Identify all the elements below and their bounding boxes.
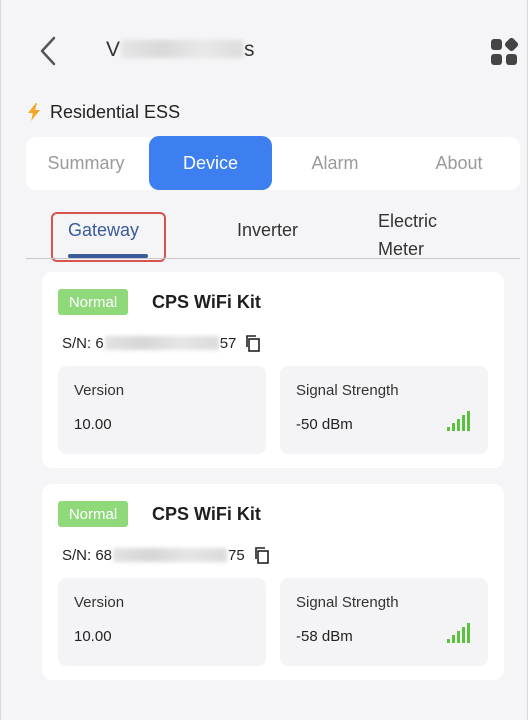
main-tab-bar: Summary Device Alarm About bbox=[26, 136, 520, 190]
subtab-inverter[interactable]: Inverter bbox=[237, 220, 298, 241]
signal-value: -50 dBm bbox=[296, 416, 353, 433]
chevron-left-icon[interactable] bbox=[34, 34, 62, 68]
version-value: 10.00 bbox=[74, 628, 112, 645]
signal-strength-icon bbox=[447, 411, 470, 431]
copy-icon[interactable] bbox=[244, 334, 262, 352]
subtab-electric-meter-line1: Electric bbox=[378, 211, 438, 231]
device-card[interactable]: Normal CPS WiFi Kit S/N: 6 57 Version 10.… bbox=[42, 272, 504, 468]
tab-alarm[interactable]: Alarm bbox=[274, 137, 396, 190]
version-box: Version 10.00 bbox=[58, 366, 266, 454]
signal-label: Signal Strength bbox=[296, 382, 399, 399]
bolt-icon bbox=[28, 103, 40, 121]
subtab-electric-meter[interactable]: Electric Meter bbox=[378, 207, 437, 263]
copy-icon[interactable] bbox=[253, 546, 271, 564]
tab-about[interactable]: About bbox=[398, 137, 520, 190]
serial-prefix: S/N: 6 bbox=[62, 334, 104, 352]
redacted-name bbox=[121, 40, 244, 58]
device-card[interactable]: Normal CPS WiFi Kit S/N: 68 75 Version 10… bbox=[42, 484, 504, 680]
signal-box: Signal Strength -58 dBm bbox=[280, 578, 488, 666]
version-label: Version bbox=[74, 594, 125, 611]
plant-type: Residential ESS bbox=[26, 100, 180, 124]
tab-device[interactable]: Device bbox=[149, 136, 272, 190]
device-name: CPS WiFi Kit bbox=[152, 292, 261, 312]
serial-suffix: 75 bbox=[228, 546, 245, 564]
subtab-gateway[interactable]: Gateway bbox=[68, 220, 139, 241]
redacted-serial bbox=[113, 548, 228, 562]
signal-value: -58 dBm bbox=[296, 628, 353, 645]
version-box: Version 10.00 bbox=[58, 578, 266, 666]
plant-type-label: Residential ESS bbox=[50, 101, 181, 122]
signal-strength-icon bbox=[447, 623, 470, 643]
serial-number: S/N: 68 75 bbox=[62, 546, 271, 564]
status-badge: Normal bbox=[58, 501, 128, 527]
grid-apps-icon[interactable] bbox=[490, 38, 518, 66]
divider bbox=[26, 258, 520, 259]
serial-suffix: 57 bbox=[219, 334, 237, 352]
signal-label: Signal Strength bbox=[296, 594, 399, 611]
tab-summary[interactable]: Summary bbox=[26, 137, 146, 190]
redacted-serial bbox=[104, 336, 219, 350]
device-name: CPS WiFi Kit bbox=[152, 504, 261, 524]
serial-number: S/N: 6 57 bbox=[62, 334, 262, 352]
serial-prefix: S/N: 68 bbox=[62, 546, 113, 564]
page-title: Vs bbox=[106, 38, 255, 62]
header: Vs bbox=[0, 0, 528, 100]
title-suffix: s bbox=[244, 38, 255, 61]
signal-box: Signal Strength -50 dBm bbox=[280, 366, 488, 454]
version-value: 10.00 bbox=[74, 416, 112, 433]
title-prefix: V bbox=[106, 38, 121, 61]
version-label: Version bbox=[74, 382, 125, 399]
status-badge: Normal bbox=[58, 289, 128, 315]
